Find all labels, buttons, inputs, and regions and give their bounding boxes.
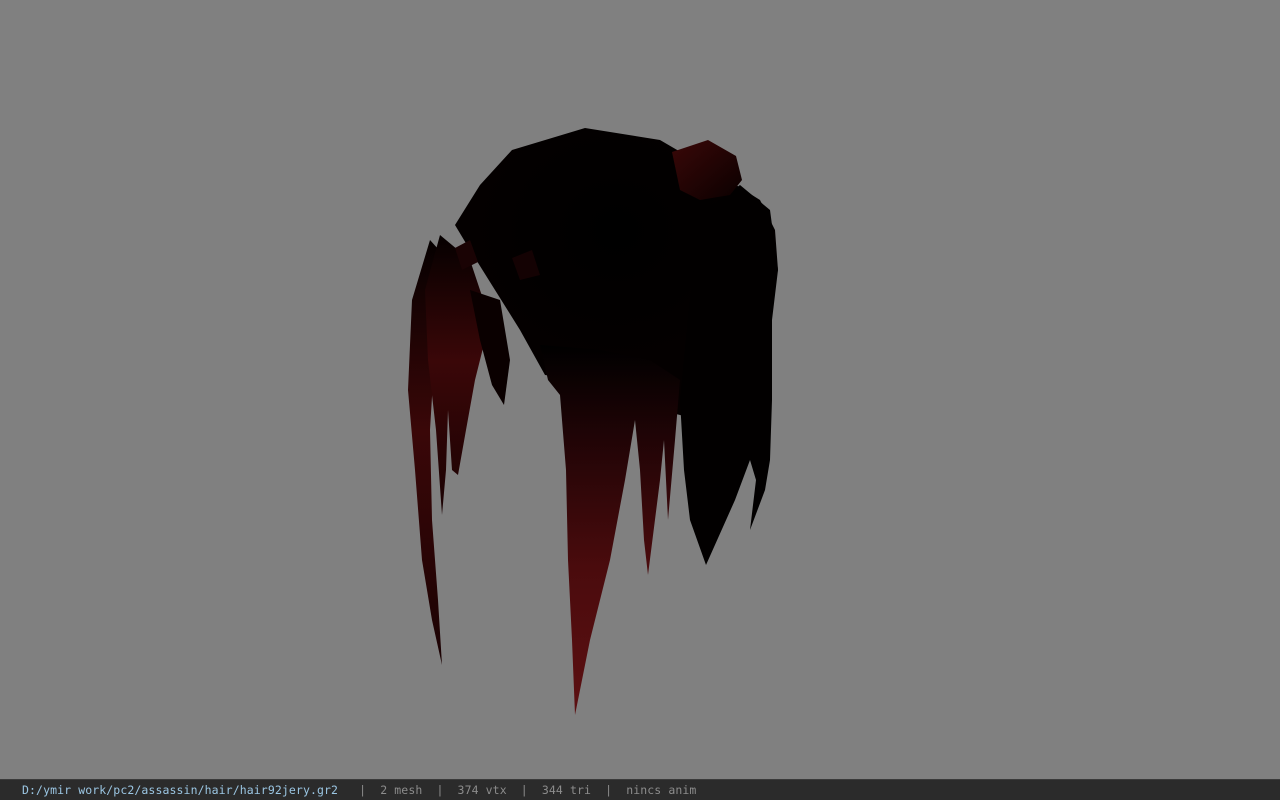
status-separator: | [605, 783, 613, 797]
mesh-count-label: 2 mesh [380, 783, 423, 797]
vertex-count-label: 374 vtx [457, 783, 507, 797]
triangle-count-label: 344 tri [541, 783, 592, 797]
hair-strand-center [540, 345, 680, 715]
status-separator: | [436, 783, 444, 797]
model-viewport[interactable] [0, 0, 1280, 779]
status-separator: | [520, 783, 528, 797]
status-separator: | [359, 783, 367, 797]
hair-model-render [408, 128, 778, 715]
hair-bun [672, 140, 742, 200]
status-bar: D:/ymir work/pc2/assassin/hair/hair92jer… [0, 779, 1280, 800]
animation-status-label: nincs anim [626, 783, 697, 797]
file-path-label: D:/ymir work/pc2/assassin/hair/hair92jer… [22, 783, 339, 797]
hair-strand-left [425, 235, 490, 515]
